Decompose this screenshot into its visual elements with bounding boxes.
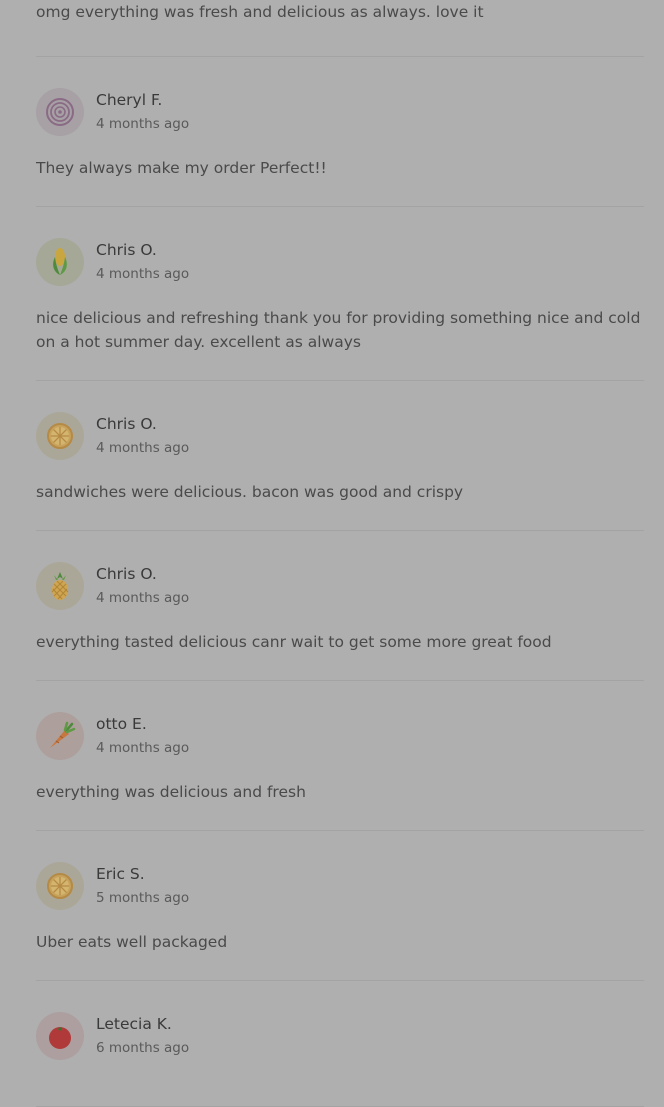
review-text: nice delicious and refreshing thank you … [36, 309, 641, 351]
reviewer-name: Chris O. [96, 415, 157, 433]
avatar [36, 562, 84, 610]
review-item: Cheryl F. 4 months ago They always make … [36, 57, 644, 207]
carrot-icon [50, 721, 76, 748]
review-item: Chris O. 4 months ago everything tasted … [36, 531, 644, 681]
review-header: Chris O. 4 months ago [36, 562, 644, 610]
review-date: 6 months ago [96, 1040, 190, 1056]
avatar [36, 862, 84, 910]
review-header: Cheryl F. 4 months ago [36, 88, 644, 136]
review-date: 4 months ago [96, 116, 190, 132]
review-item: Eric S. 5 months ago Uber eats well pack… [36, 831, 644, 981]
lemon-slice-icon [47, 873, 73, 899]
review-text: everything tasted delicious canr wait to… [36, 633, 552, 651]
reviewer-name: Chris O. [96, 241, 157, 259]
review-text: Uber eats well packaged [36, 933, 228, 951]
review-date: 4 months ago [96, 440, 190, 456]
avatar [36, 88, 84, 136]
tomato-icon [49, 1027, 71, 1049]
review-text: everything was delicious and fresh [36, 783, 306, 801]
review-header: Chris O. 4 months ago [36, 238, 644, 286]
reviewer-name: Cheryl F. [96, 91, 163, 109]
review-text: They always make my order Perfect!! [36, 159, 327, 177]
onion-icon [46, 98, 74, 126]
reviewer-name: Eric S. [96, 865, 145, 883]
pineapple-icon [51, 572, 69, 600]
review-header: Letecia K. 6 months ago [36, 1012, 644, 1060]
avatar [36, 712, 84, 760]
review-text: sandwiches were delicious. bacon was goo… [36, 483, 464, 501]
review-text: omg everything was fresh and delicious a… [36, 3, 484, 21]
avatar [36, 238, 84, 286]
reviews-list: Cheryl F. 4 months ago They always make … [36, 57, 644, 1107]
review-item: Chris O. 4 months ago sandwiches were de… [36, 381, 644, 531]
reviewer-name: otto E. [96, 715, 147, 733]
review-item: otto E. 4 months ago everything was deli… [36, 681, 644, 831]
lemon-slice-icon [47, 423, 73, 449]
corn-icon [53, 248, 67, 275]
reviewer-name: Chris O. [96, 565, 157, 583]
review-date: 5 months ago [96, 890, 190, 906]
review-header: otto E. 4 months ago [36, 712, 644, 760]
review-header: Eric S. 5 months ago [36, 862, 644, 910]
reviewer-name: Letecia K. [96, 1015, 172, 1033]
review-header: Chris O. 4 months ago [36, 412, 644, 460]
review-date: 4 months ago [96, 266, 190, 282]
avatar [36, 412, 84, 460]
review-item: Chris O. 4 months ago nice delicious and… [36, 207, 644, 381]
review-date: 4 months ago [96, 590, 190, 606]
review-item: Letecia K. 6 months ago [36, 981, 644, 1107]
avatar [36, 1012, 84, 1060]
review-date: 4 months ago [96, 740, 190, 756]
